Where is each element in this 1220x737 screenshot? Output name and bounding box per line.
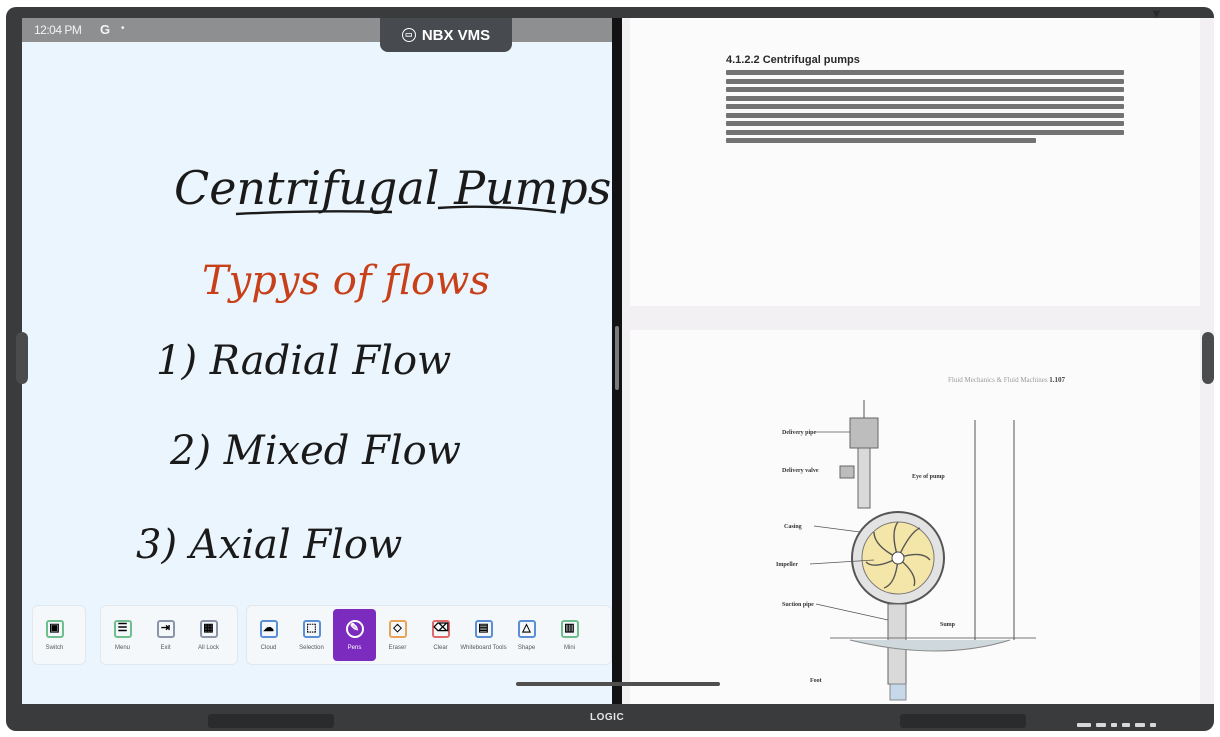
menu-label: Menu	[114, 644, 130, 651]
menu-button[interactable]: ☰ Menu	[101, 609, 144, 661]
menu-icon: ☰	[113, 619, 132, 638]
app-pill[interactable]: ▭ NBX VMS	[380, 18, 512, 52]
app-pill-label: NBX VMS	[421, 26, 491, 44]
shape-button[interactable]: △ Shape	[505, 609, 548, 661]
label-eye-of-pump: Eye of pump	[912, 474, 945, 480]
document-page-2: Fluid Mechanics & Fluid Machines 1.107 D…	[630, 330, 1200, 704]
document-page-1: 4.1.2.2 Centrifugal pumps	[630, 18, 1200, 306]
label-sump: Sump	[940, 622, 956, 628]
pump-diagram: Delivery pipe Delivery valve Eye of pump…	[776, 400, 1036, 701]
section-heading: 4.1.2.2 Centrifugal pumps	[726, 54, 860, 66]
label-delivery-pipe: Delivery pipe	[782, 430, 816, 436]
selection-icon: ⬚	[302, 619, 321, 638]
switch-label: Switch	[45, 644, 64, 651]
ink-item-1: 1) Radial Flow	[156, 338, 451, 384]
page-header: Fluid Mechanics & Fluid Machines 1.107	[948, 376, 1065, 384]
ink-title: Centrifugal Pumps	[174, 161, 611, 215]
cloud-button[interactable]: ☁ Cloud	[247, 609, 290, 661]
eraser-button[interactable]: ◇ Eraser	[376, 609, 419, 661]
mini-icon: ▥	[560, 619, 579, 638]
cloud-label: Cloud	[260, 644, 277, 651]
pen-button[interactable]: ✎ Pens	[333, 609, 376, 661]
shape-icon: △	[517, 619, 536, 638]
brand-logo: LOGIC	[590, 712, 625, 723]
all-lock-label: All Lock	[197, 644, 219, 651]
shape-label: Shape	[517, 644, 536, 651]
bottom-scroll-indicator[interactable]	[516, 682, 720, 686]
selection-button[interactable]: ⬚ Selection	[290, 609, 333, 661]
all-lock-button[interactable]: ▦ All Lock	[187, 609, 230, 661]
toolbar-group-switch: ▣ Switch	[32, 605, 86, 665]
label-foot: Foot	[810, 678, 822, 684]
exit-button[interactable]: ⇥ Exit	[144, 609, 187, 661]
exit-icon: ⇥	[156, 619, 175, 638]
clear-icon: ⌫	[431, 619, 450, 638]
ink-item-2: 2) Mixed Flow	[169, 428, 461, 474]
pen-label: Pens	[347, 644, 362, 651]
exit-label: Exit	[160, 644, 171, 651]
ink-item-3: 3) Axial Flow	[136, 522, 402, 568]
label-delivery-valve: Delivery valve	[782, 468, 819, 474]
ink-subtitle: Typys of flows	[202, 258, 490, 304]
clear-label: Clear	[433, 644, 448, 651]
wifi-icon: ▼	[1150, 6, 1163, 21]
mini-label: Mini	[563, 644, 575, 651]
label-impeller: Impeller	[776, 562, 798, 568]
switch-button[interactable]: ▣ Switch	[33, 609, 76, 661]
right-side-tab[interactable]	[1202, 332, 1214, 384]
whiteboard-pane[interactable]: 12:04 PM G • Centrifugal Pumps Typys of …	[22, 18, 612, 704]
front-ports	[1077, 722, 1197, 728]
eraser-icon: ◇	[388, 619, 407, 638]
document-pane[interactable]: 4.1.2.2 Centrifugal pumps Fluid Mechanic…	[622, 18, 1214, 704]
lock-icon: ▦	[199, 619, 218, 638]
whiteboard-ink: Centrifugal Pumps Typys of flows 1) Radi…	[136, 161, 611, 568]
screen: 12:04 PM G • Centrifugal Pumps Typys of …	[22, 18, 1214, 704]
split-handle[interactable]	[615, 326, 619, 390]
label-casing: Casing	[784, 524, 802, 530]
clear-button[interactable]: ⌫ Clear	[419, 609, 462, 661]
pen-icon: ✎	[345, 619, 364, 638]
speaker-grille-right	[900, 714, 1026, 728]
whiteboard-tools-button[interactable]: ▤ Whiteboard Tools	[460, 609, 507, 661]
left-side-tab[interactable]	[16, 332, 28, 384]
page-header-title: Fluid Mechanics & Fluid Machines	[948, 376, 1048, 384]
tools-icon: ▤	[474, 619, 493, 638]
speaker-grille-left	[208, 714, 334, 728]
toolbar-group-drawing: ☁ Cloud ⬚ Selection ✎ Pens ◇ Eraser ⌫ Cl…	[246, 605, 612, 665]
selection-label: Selection	[299, 644, 324, 651]
switch-icon: ▣	[45, 619, 64, 638]
whiteboard-tools-label: Whiteboard Tools	[460, 644, 507, 651]
mini-button[interactable]: ▥ Mini	[548, 609, 591, 661]
eraser-label: Eraser	[388, 644, 407, 651]
paragraph-text	[726, 70, 1124, 162]
screen-share-icon: ▭	[401, 28, 416, 42]
toolbar-group-system: ☰ Menu ⇥ Exit ▦ All Lock	[100, 605, 238, 665]
page-number: 1.107	[1049, 376, 1066, 384]
label-suction-pipe: Suction pipe	[782, 602, 814, 608]
cloud-icon: ☁	[259, 619, 278, 638]
